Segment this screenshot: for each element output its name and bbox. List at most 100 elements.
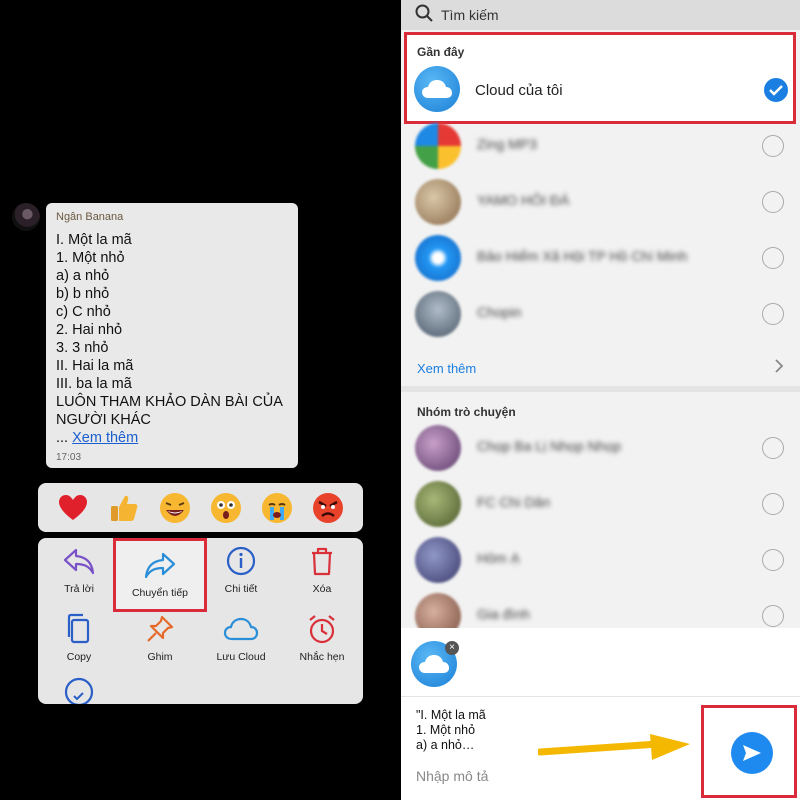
- search-bar[interactable]: Tìm kiếm: [401, 0, 800, 30]
- contact-avatar: [415, 123, 461, 169]
- groups-section-title: Nhóm trò chuyện: [417, 405, 516, 419]
- send-icon: [743, 745, 761, 761]
- reply-icon: [38, 543, 120, 579]
- preview-line: "I. Một la mã: [416, 708, 486, 722]
- cloud-name: Cloud của tôi: [475, 82, 563, 99]
- group-radio[interactable]: [762, 437, 784, 459]
- pin-button[interactable]: Ghim: [119, 611, 201, 675]
- cloud-icon: [200, 611, 282, 647]
- remind-label: Nhắc hẹn: [299, 651, 345, 663]
- more-action-icon: [38, 676, 120, 704]
- see-more-button[interactable]: Xem thêm: [401, 352, 800, 384]
- angry-face-icon[interactable]: [312, 492, 344, 524]
- contact-radio[interactable]: [762, 247, 784, 269]
- message-line: 2. Hai nhỏ: [56, 322, 123, 338]
- contact-row[interactable]: YAMO HỎI ĐÁ: [401, 174, 800, 230]
- remind-button[interactable]: Nhắc hẹn: [281, 611, 363, 675]
- group-name: FC Chi Dân: [477, 494, 551, 510]
- search-icon: [415, 4, 433, 27]
- cloud-avatar: [414, 66, 460, 112]
- details-label: Chi tiết: [224, 583, 258, 595]
- delete-label: Xóa: [312, 583, 332, 595]
- recent-section-title: Gần đây: [417, 45, 465, 59]
- message-time: 17:03: [56, 452, 82, 463]
- group-name: Gia đình: [477, 606, 530, 622]
- message-line: b) b nhỏ: [56, 286, 110, 302]
- thumbs-up-icon[interactable]: [108, 492, 140, 524]
- cloud-checkbox-checked[interactable]: [764, 78, 788, 102]
- contact-avatar: [415, 235, 461, 281]
- group-radio[interactable]: [762, 549, 784, 571]
- message-line: a) a nhỏ: [56, 268, 110, 284]
- contact-radio[interactable]: [762, 135, 784, 157]
- copy-icon: [38, 611, 120, 647]
- forward-icon: [116, 547, 204, 583]
- group-row[interactable]: Hôm Ạ: [401, 532, 800, 588]
- group-avatar: [415, 481, 461, 527]
- remove-selection-icon[interactable]: ×: [445, 641, 459, 655]
- message-preview: "I. Một la mã 1. Một nhỏ a) a nhỏ…: [416, 708, 486, 753]
- reaction-bar: [38, 483, 363, 532]
- group-avatar: [415, 537, 461, 583]
- contact-name: Zing MP3: [477, 136, 537, 152]
- section-divider: [401, 386, 800, 392]
- message-line: II. Hai la mã: [56, 358, 134, 374]
- arrow-annotation-icon: [538, 734, 690, 760]
- group-row[interactable]: FC Chi Dân: [401, 476, 800, 532]
- ellipsis: ...: [56, 430, 73, 446]
- message-line: III. ba la mã: [56, 376, 132, 392]
- contact-row[interactable]: Bảo Hiểm Xã Hội TP Hồ Chí Minh: [401, 230, 800, 286]
- laughing-face-icon[interactable]: [159, 492, 191, 524]
- heart-icon[interactable]: [57, 492, 89, 524]
- save-cloud-button[interactable]: Lưu Cloud: [200, 611, 282, 675]
- search-input[interactable]: Tìm kiếm: [441, 7, 499, 23]
- copy-button[interactable]: Copy: [38, 611, 120, 675]
- delete-button[interactable]: Xóa: [281, 543, 363, 607]
- description-input[interactable]: Nhập mô tả: [416, 768, 488, 784]
- surprised-face-icon[interactable]: [210, 492, 242, 524]
- contact-radio[interactable]: [762, 303, 784, 325]
- message-line: I. Một la mã: [56, 232, 132, 248]
- message-more-row: ... Xem thêm: [56, 429, 288, 447]
- contact-radio[interactable]: [762, 191, 784, 213]
- trash-icon: [281, 543, 363, 579]
- copy-label: Copy: [66, 651, 92, 663]
- share-panel: Tìm kiếm Gần đây Cloud của tôi Zing MP3 …: [401, 0, 800, 800]
- preview-line: a) a nhỏ…: [416, 738, 475, 752]
- group-radio[interactable]: [762, 605, 784, 627]
- contact-name: YAMO HỎI ĐÁ: [477, 192, 570, 208]
- message-line: 1. Một nhỏ: [56, 250, 125, 266]
- pin-icon: [119, 611, 201, 647]
- reply-button[interactable]: Trả lời: [38, 543, 120, 607]
- forward-button[interactable]: Chuyển tiếp: [113, 538, 207, 612]
- details-button[interactable]: Chi tiết: [200, 543, 282, 607]
- alarm-clock-icon: [281, 611, 363, 647]
- group-row[interactable]: Chọp Ba Lị Nhọp Nhọp: [401, 420, 800, 476]
- message-line: 3. 3 nhỏ: [56, 340, 109, 356]
- message-bubble[interactable]: Ngân Banana I. Một la mã 1. Một nhỏ a) a…: [46, 203, 298, 468]
- group-name: Hôm Ạ: [477, 550, 520, 566]
- contact-row[interactable]: Zing MP3: [401, 118, 800, 174]
- more-action-button[interactable]: [38, 676, 120, 704]
- save-cloud-label: Lưu Cloud: [216, 651, 266, 663]
- send-highlight: [701, 705, 797, 798]
- contact-name: Chopin: [477, 304, 522, 320]
- message-context-panel: Ngân Banana I. Một la mã 1. Một nhỏ a) a…: [0, 0, 392, 800]
- send-button[interactable]: [731, 732, 773, 774]
- contact-avatar: [415, 179, 461, 225]
- pin-label: Ghim: [147, 651, 173, 663]
- chevron-right-icon: [774, 358, 784, 378]
- sender-avatar: [12, 203, 40, 231]
- forward-label: Chuyển tiếp: [131, 587, 189, 599]
- message-body: I. Một la mã 1. Một nhỏ a) a nhỏ b) b nh…: [56, 231, 288, 447]
- contact-row[interactable]: Chopin: [401, 286, 800, 342]
- see-more-label: Xem thêm: [417, 360, 477, 376]
- group-radio[interactable]: [762, 493, 784, 515]
- compose-divider: [401, 696, 800, 697]
- preview-line: 1. Một nhỏ: [416, 723, 476, 737]
- message-line: LUÔN THAM KHẢO DÀN BÀI CỦA: [56, 394, 283, 410]
- contact-name: Bảo Hiểm Xã Hội TP Hồ Chí Minh: [477, 248, 688, 264]
- sender-name: Ngân Banana: [56, 211, 124, 223]
- see-more-link[interactable]: Xem thêm: [72, 430, 138, 446]
- crying-face-icon[interactable]: [261, 492, 293, 524]
